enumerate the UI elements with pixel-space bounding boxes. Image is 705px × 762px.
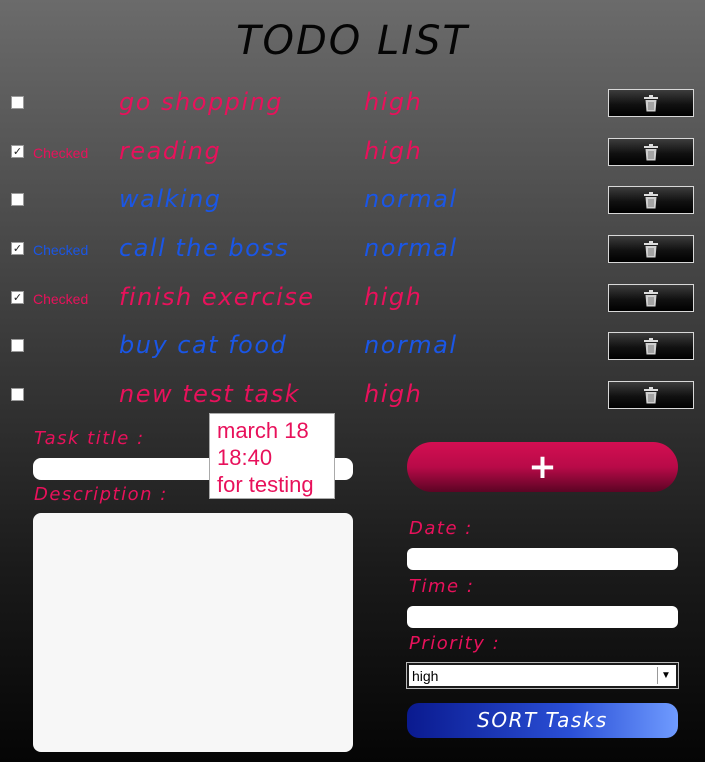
checked-label: Checked <box>33 145 89 161</box>
task-row: new test task high <box>0 380 705 410</box>
task-checkbox[interactable]: ✓ <box>11 291 24 304</box>
task-priority: high <box>364 283 423 311</box>
task-name: finish exercise <box>119 283 315 311</box>
task-priority: high <box>364 137 423 165</box>
trash-icon <box>644 94 658 111</box>
description-textarea[interactable] <box>33 513 353 752</box>
task-priority: high <box>364 380 423 408</box>
task-priority: normal <box>364 234 458 262</box>
task-name: reading <box>119 137 222 165</box>
task-row: walking normal <box>0 185 705 215</box>
delete-button[interactable] <box>608 284 694 312</box>
task-name: walking <box>119 185 222 213</box>
delete-button[interactable] <box>608 381 694 409</box>
task-name: call the boss <box>119 234 290 262</box>
trash-icon <box>644 191 658 208</box>
description-label: Description : <box>34 484 168 505</box>
checked-label: Checked <box>33 291 89 307</box>
task-priority: high <box>364 88 423 116</box>
task-checkbox[interactable]: ✓ <box>11 242 24 255</box>
delete-button[interactable] <box>608 186 694 214</box>
tooltip-line: march 18 <box>217 418 309 443</box>
task-checkbox[interactable] <box>11 339 24 352</box>
date-input[interactable] <box>407 548 678 570</box>
task-name: new test task <box>119 380 300 408</box>
task-name: buy cat food <box>119 331 288 359</box>
sort-tasks-button[interactable]: SORT Tasks <box>407 703 678 738</box>
add-task-button[interactable]: + <box>407 442 678 492</box>
trash-icon <box>644 240 658 257</box>
trash-icon <box>644 143 658 160</box>
task-row: go shopping high <box>0 88 705 118</box>
tooltip: march 18 18:40 for testing <box>209 413 335 499</box>
task-row: ✓ Checked call the boss normal <box>0 234 705 264</box>
tooltip-line: 18:40 <box>217 445 273 470</box>
task-row: buy cat food normal <box>0 331 705 361</box>
priority-label: Priority : <box>409 633 501 654</box>
task-row: ✓ Checked finish exercise high <box>0 283 705 313</box>
date-label: Date : <box>409 518 473 539</box>
task-row: ✓ Checked reading high <box>0 137 705 167</box>
task-checkbox[interactable]: ✓ <box>11 145 24 158</box>
task-priority: normal <box>364 185 458 213</box>
trash-icon <box>644 386 658 403</box>
trash-icon <box>644 337 658 354</box>
task-checkbox[interactable] <box>11 96 24 109</box>
task-checkbox[interactable] <box>11 193 24 206</box>
task-checkbox[interactable] <box>11 388 24 401</box>
delete-button[interactable] <box>608 138 694 166</box>
delete-button[interactable] <box>608 332 694 360</box>
task-priority: normal <box>364 331 458 359</box>
page-title: TODO LIST <box>236 18 469 64</box>
task-name: go shopping <box>119 88 284 116</box>
trash-icon <box>644 289 658 306</box>
tooltip-line: for testing <box>217 472 314 497</box>
dropdown-arrow-icon[interactable]: ▼ <box>657 667 674 684</box>
delete-button[interactable] <box>608 235 694 263</box>
time-label: Time : <box>409 576 475 597</box>
checked-label: Checked <box>33 242 89 258</box>
task-title-label: Task title : <box>34 428 145 449</box>
time-input[interactable] <box>407 606 678 628</box>
priority-select-value: high <box>412 668 439 684</box>
priority-select[interactable]: high ▼ <box>406 662 679 689</box>
delete-button[interactable] <box>608 89 694 117</box>
